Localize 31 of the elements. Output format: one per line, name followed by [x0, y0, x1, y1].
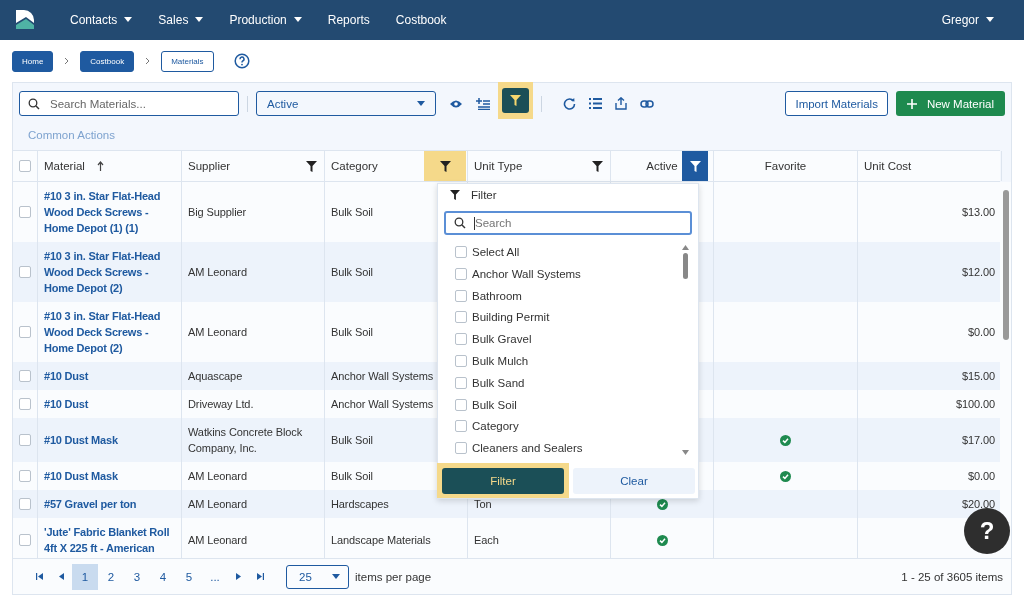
table-cell-text: $20.00: [961, 497, 995, 512]
table-cell-text: $17.00: [961, 433, 995, 448]
table-cell-text: AM Leonard: [188, 497, 247, 512]
table-cell-text: Anchor Wall Systems: [331, 369, 434, 384]
table-cell-text: AM Leonard: [188, 469, 247, 484]
table-cell-text: Landscape Materials: [331, 533, 431, 548]
table-cell-text: Aquascape: [188, 369, 243, 384]
table-cell-text: $12.00: [961, 265, 995, 280]
table-cell-text: Hardscapes: [331, 497, 389, 512]
popup-title: Filter: [471, 189, 497, 202]
table-cell-text: Bulk Soil: [331, 325, 373, 340]
table-cell-text: Bulk Soil: [331, 265, 373, 280]
table-cell-text: AM Leonard: [188, 265, 247, 280]
table-cell-text: $0.00: [967, 325, 995, 340]
table-cell-text: Watkins Concrete Block Company, Inc.: [188, 425, 304, 456]
table-cell-text: $15.00: [961, 369, 995, 384]
table-cell-text: $13.00: [961, 205, 995, 220]
table-cell-text: $0.00: [967, 469, 995, 484]
table-cell-text: AM Leonard: [188, 325, 247, 340]
table-cell-text: AM Leonard: [188, 533, 247, 548]
table-cell-text: Each: [474, 533, 499, 548]
items-per-page-label: items per page: [355, 570, 432, 583]
pager-summary: 1 - 25 of 3605 items: [901, 570, 1003, 583]
table-cell-text: Bulk Soil: [331, 433, 373, 448]
table-cell-text: Bulk Soil: [331, 205, 373, 220]
table-cell-text: Big Supplier: [188, 205, 247, 220]
table-cell-text: Anchor Wall Systems: [331, 397, 434, 412]
table-cell-text: Bulk Soil: [331, 469, 373, 484]
table-cell-text: $100.00: [955, 397, 995, 412]
table-cell-text: Ton: [474, 497, 492, 512]
table-cell-text: Driveway Ltd.: [188, 397, 254, 412]
